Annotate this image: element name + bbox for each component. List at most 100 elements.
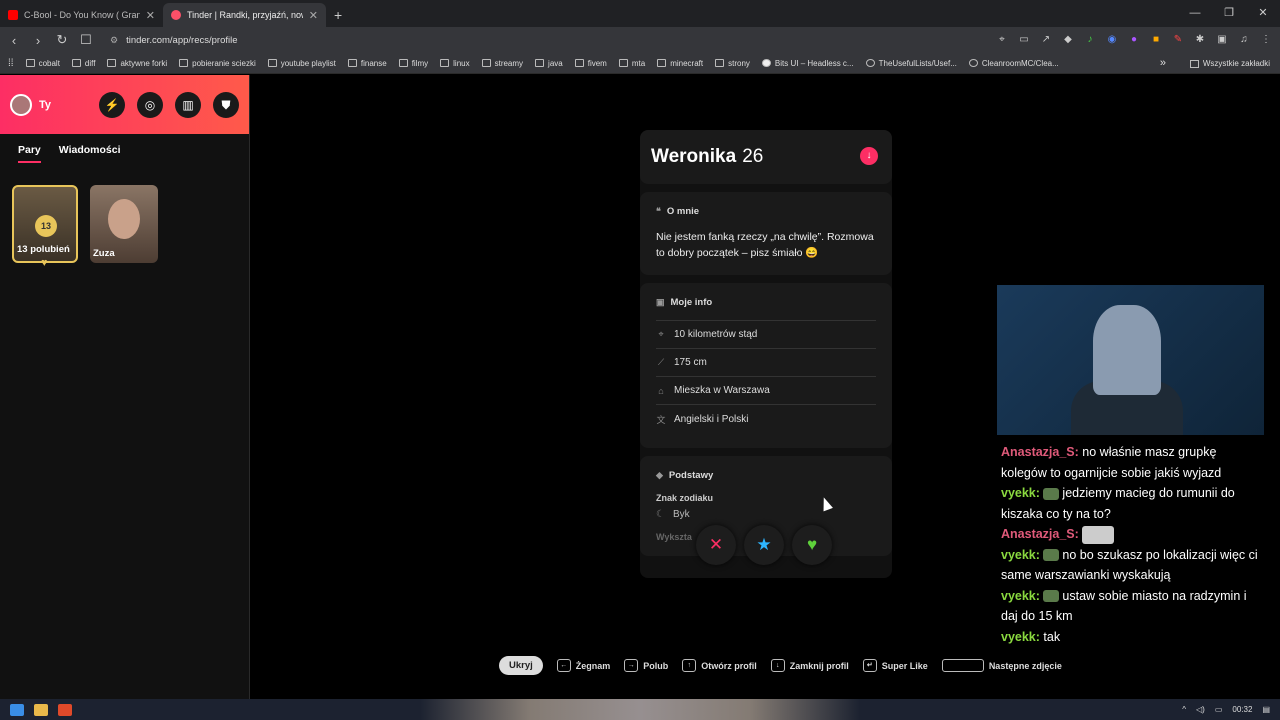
address-bar: ‹ › ↻ ☐ ⚙ tinder.com/app/recs/profile ⌖ … [0, 27, 1280, 53]
shortcut-item: ← Żegnam [556, 659, 610, 672]
window-controls: — ❐ ✕ [1178, 0, 1280, 27]
network-icon[interactable]: ▭ [1215, 705, 1223, 714]
tab-messages[interactable]: Wiadomości [59, 144, 121, 163]
match-card[interactable]: Zuza [90, 185, 158, 263]
reload-icon[interactable]: ↻ [52, 32, 72, 48]
heart-icon: ♥ [806, 535, 818, 554]
close-window-icon[interactable]: ✕ [1246, 0, 1280, 27]
bookmark-folder[interactable]: linux [440, 59, 470, 68]
super-like-button[interactable]: ★ [744, 525, 784, 565]
shortcut-label: Otwórz profil [701, 660, 757, 671]
extension-icon[interactable]: ■ [1150, 34, 1162, 46]
bookmark-folder[interactable]: streamy [481, 59, 523, 68]
share-icon[interactable]: ↗ [1040, 34, 1052, 46]
shield-icon[interactable]: ◆ [1062, 34, 1074, 46]
safety-shield-icon[interactable]: ⛊ [213, 92, 239, 118]
puzzle-icon[interactable]: ✱ [1194, 34, 1206, 46]
bookmark-favicon-icon [179, 59, 189, 67]
close-icon[interactable]: ✕ [146, 9, 155, 22]
bookmark-folder[interactable]: minecraft [657, 59, 703, 68]
menu-icon[interactable]: ⋮ [1260, 34, 1272, 46]
minimize-icon[interactable]: — [1178, 0, 1212, 27]
match-list: 13 13 polubień ♥ Zuza [0, 163, 249, 285]
avatar[interactable] [10, 93, 32, 116]
bookmark-label: fivem [587, 58, 607, 68]
forward-icon[interactable]: › [28, 33, 48, 48]
boost-icon[interactable]: ⚡ [99, 92, 125, 118]
hide-shortcuts-button[interactable]: Ukryj [499, 656, 543, 675]
bookmark-folder[interactable]: mta [618, 58, 646, 68]
bookmark-item[interactable]: aktywne forki [107, 59, 167, 68]
bookmark-item[interactable]: CleanroomMC/Clea... [968, 59, 1059, 68]
cast-icon[interactable]: ▭ [1018, 34, 1030, 46]
windows-start-icon[interactable] [10, 703, 24, 716]
brave-browser-icon[interactable] [58, 703, 72, 716]
apps-icon[interactable]: ⁞⁞ [8, 58, 14, 69]
info-row: ⌂ Mieszka w Warszawa [656, 376, 876, 404]
location-icon[interactable]: ⌖ [996, 34, 1008, 46]
chat-message: Anastazja_S: no właśnie masz grupkę kole… [1001, 442, 1261, 483]
bookmark-icon[interactable]: ☐ [76, 32, 96, 48]
section-title: ◆ Podstawy [656, 470, 876, 481]
playlist-icon[interactable]: ♫ [1238, 34, 1250, 46]
collapse-profile-icon[interactable]: ↓ [860, 147, 878, 165]
windows-taskbar: ^ ◁) ▭ 00:32 ▤ [0, 699, 1280, 720]
url-field[interactable]: ⚙ tinder.com/app/recs/profile [110, 35, 238, 46]
likes-you-card[interactable]: 13 13 polubień ♥ [12, 185, 78, 269]
bookmark-folder[interactable]: fivem [574, 58, 607, 68]
bookmark-item[interactable]: diff [71, 59, 95, 68]
back-icon[interactable]: ‹ [4, 33, 24, 48]
tab-youtube[interactable]: C-Bool - Do You Know ( GranTi R ✕ [0, 3, 163, 27]
user-name[interactable]: Ty [39, 99, 51, 111]
section-label: Podstawy [668, 470, 714, 481]
emote-icon [1043, 549, 1060, 562]
explore-icon[interactable]: ◎ [137, 92, 163, 118]
bookmark-folder[interactable]: java [535, 59, 563, 68]
bookmark-item[interactable]: Bits UI – Headless c... [761, 59, 854, 68]
speaker-icon[interactable]: ◁) [1196, 705, 1205, 714]
tray-chevron-icon[interactable]: ^ [1182, 705, 1186, 714]
sidebar-icon[interactable]: ▣ [1216, 34, 1228, 46]
shortcut-label: Polub [643, 660, 669, 671]
likes-count-badge: 13 [35, 215, 57, 237]
bookmark-item[interactable]: youtube playlist [267, 59, 336, 68]
folder-icon [574, 59, 584, 67]
emote-icon [1082, 525, 1115, 544]
bookmark-folder[interactable]: strony [715, 59, 750, 68]
tab-tinder[interactable]: Tinder | Randki, przyjaźń, nowe ... ✕ [163, 3, 326, 27]
ruler-icon: ⟋ [657, 357, 665, 367]
bookmark-label: mta [631, 58, 646, 68]
zodiac-label: Znak zodiaku [656, 493, 714, 503]
shortcut-label: Następne zdjęcie [988, 660, 1062, 671]
bookmark-item[interactable]: cobalt [25, 58, 60, 68]
file-explorer-icon[interactable] [34, 703, 48, 716]
bookmark-label: cobalt [38, 58, 60, 68]
like-button[interactable]: ♥ [792, 525, 832, 565]
restore-icon[interactable]: ❐ [1212, 0, 1246, 27]
section-label: Moje info [670, 297, 713, 308]
extension-icon[interactable]: ◉ [1106, 34, 1118, 46]
bookmark-folder[interactable]: finanse [347, 59, 387, 68]
bookmark-item[interactable]: TheUsefulLists/Usef... [865, 59, 957, 68]
bookmark-folder[interactable]: filmy [398, 59, 428, 68]
tab-title: Tinder | Randki, przyjaźń, nowe ... [187, 10, 303, 20]
tab-matches[interactable]: Pary [18, 144, 41, 163]
new-tab-button[interactable]: + [334, 3, 342, 27]
zodiac-value-row: ☾ Byk [656, 509, 876, 520]
bookmark-label: Wszystkie zakładki [1202, 59, 1270, 68]
extension-icon[interactable]: ✎ [1172, 34, 1184, 46]
briefcase-icon[interactable]: ▥ [175, 92, 201, 118]
notification-icon[interactable]: ▤ [1262, 705, 1270, 714]
all-bookmarks[interactable]: Wszystkie zakładki [1189, 53, 1270, 74]
folder-icon [715, 59, 725, 67]
clock[interactable]: 00:32 [1232, 705, 1252, 714]
bookmark-item[interactable]: pobieranie sciezki [179, 59, 256, 68]
chat-message: Anastazja_S: [1001, 524, 1261, 545]
site-info-icon[interactable]: ⚙ [110, 35, 118, 46]
extension-icon[interactable]: ♪ [1084, 34, 1096, 46]
match-name: Zuza [93, 248, 115, 259]
more-bookmarks-icon[interactable]: » [1160, 57, 1166, 69]
nope-button[interactable]: ✕ [696, 525, 736, 565]
close-icon[interactable]: ✕ [309, 9, 318, 22]
extension-icon[interactable]: ● [1128, 34, 1140, 46]
